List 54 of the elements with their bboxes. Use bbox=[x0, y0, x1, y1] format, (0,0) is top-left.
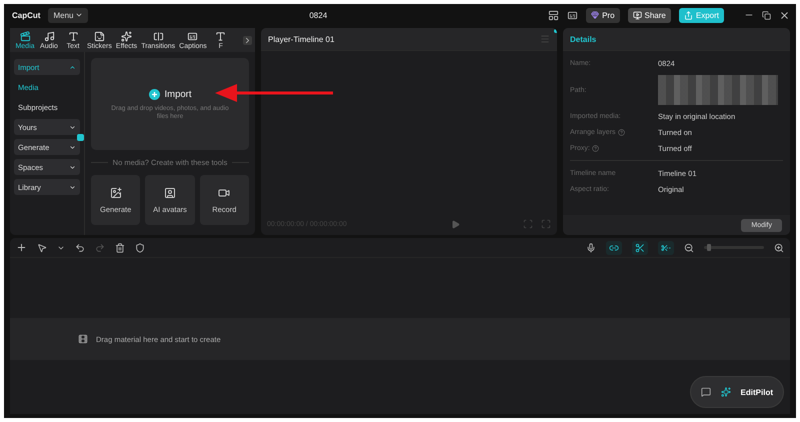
app-logo: CapCut bbox=[12, 10, 40, 20]
plus-circle-icon bbox=[148, 88, 160, 100]
layout-icon[interactable] bbox=[548, 10, 560, 20]
scissors-icon bbox=[635, 242, 645, 252]
split-icon bbox=[661, 242, 671, 252]
editpilot-button[interactable]: EditPilot bbox=[690, 376, 784, 408]
captions-icon bbox=[187, 30, 198, 42]
clapperboard-icon bbox=[20, 30, 30, 42]
video-camera-icon bbox=[218, 186, 230, 198]
link-icon bbox=[609, 242, 619, 252]
chevron-up-icon bbox=[69, 64, 76, 70]
menu-button[interactable]: Menu bbox=[48, 8, 88, 22]
upload-icon bbox=[684, 10, 693, 20]
restore-icon[interactable] bbox=[762, 10, 771, 20]
zoom-thumb[interactable] bbox=[707, 244, 711, 251]
chevron-down-icon bbox=[69, 164, 76, 170]
sparkle-icon bbox=[121, 30, 132, 42]
chevron-down-icon bbox=[69, 184, 76, 190]
chevron-down-icon bbox=[69, 124, 76, 130]
pro-button[interactable]: Pro bbox=[586, 8, 620, 22]
trash-icon[interactable] bbox=[115, 242, 125, 252]
microphone-icon[interactable] bbox=[586, 242, 596, 252]
share-button[interactable]: Share bbox=[628, 8, 671, 22]
captions-icon[interactable] bbox=[567, 10, 578, 20]
timeline-toggle[interactable] bbox=[658, 240, 674, 254]
import-button[interactable]: Import bbox=[142, 88, 198, 101]
zoom-out-icon[interactable] bbox=[684, 242, 694, 252]
project-title: 0824 bbox=[308, 10, 328, 20]
timeline-toggle[interactable] bbox=[632, 240, 648, 254]
details-title: Details bbox=[570, 34, 596, 44]
zoom-in-icon[interactable] bbox=[774, 242, 784, 252]
timeline-toggle[interactable] bbox=[606, 240, 622, 254]
help-icon[interactable] bbox=[592, 145, 599, 152]
text-icon bbox=[68, 30, 78, 42]
monitor-play-icon bbox=[632, 10, 642, 20]
pointer-icon[interactable] bbox=[37, 242, 47, 252]
close-icon[interactable] bbox=[779, 10, 790, 20]
speech-bubble-icon bbox=[700, 387, 711, 397]
add-icon[interactable] bbox=[16, 242, 27, 253]
chevron-down-icon bbox=[69, 144, 76, 150]
text-icon bbox=[215, 30, 226, 42]
avatar-icon bbox=[164, 186, 176, 198]
music-note-icon bbox=[44, 30, 54, 42]
player-title: Player-Timeline 01 bbox=[268, 34, 334, 44]
undo-icon[interactable] bbox=[75, 242, 85, 252]
shield-icon[interactable] bbox=[135, 242, 145, 252]
transition-icon bbox=[152, 30, 164, 42]
gem-icon bbox=[591, 11, 600, 19]
sticker-icon bbox=[94, 30, 105, 42]
help-icon[interactable] bbox=[618, 129, 625, 136]
film-icon bbox=[78, 334, 88, 344]
sparkle-icon bbox=[720, 387, 731, 397]
image-plus-icon bbox=[110, 186, 122, 198]
chevron-down-icon bbox=[75, 11, 84, 19]
